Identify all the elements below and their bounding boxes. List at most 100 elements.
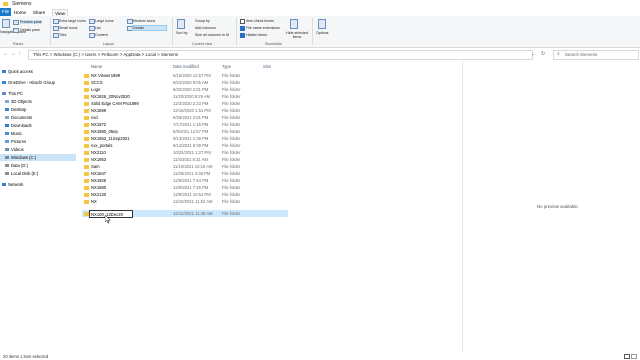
- desktop-icon: [5, 108, 9, 111]
- forward-arrow-icon[interactable]: →: [10, 51, 16, 57]
- list-item[interactable]: NX1926_20Nov2020 11/20/2020 8:29 AM File f…: [82, 93, 288, 100]
- hidden-items-checkbox[interactable]: [240, 33, 245, 38]
- folder-icon: [84, 101, 89, 106]
- back-arrow-icon[interactable]: ←: [3, 51, 9, 57]
- details-view-toggle-icon[interactable]: [624, 354, 630, 359]
- breadcrumb-local[interactable]: Local: [145, 52, 156, 57]
- hide-selected-button[interactable]: Hide selected items: [285, 31, 309, 39]
- breadcrumb-users[interactable]: Users: [85, 52, 96, 57]
- extra-large-icons-option[interactable]: Extra large icons: [59, 19, 86, 23]
- refresh-icon[interactable]: ↻: [541, 51, 545, 57]
- folder-icon: [84, 129, 89, 134]
- tab-home[interactable]: Home: [13, 9, 27, 16]
- list-option[interactable]: List: [95, 26, 101, 30]
- list-item[interactable]: NX1980_05ep 8/9/2021 12:57 PM File folder: [82, 128, 288, 135]
- mouse-cursor-icon: [105, 215, 111, 224]
- options-button[interactable]: Options: [316, 31, 328, 35]
- search-icon: ⌕: [557, 51, 560, 57]
- selected-list-item[interactable]: 12/12/2021 11:38 AM File folder: [82, 210, 288, 218]
- address-dropdown-icon[interactable]: ⌄: [531, 51, 535, 57]
- folder-icon: [84, 185, 89, 190]
- sort-by-button[interactable]: Sort by: [176, 31, 187, 35]
- list-item[interactable]: Sam 11/10/2021 10:16 AM File folder: [82, 163, 288, 170]
- list-item[interactable]: NX1872 7/17/2021 1:15 PM File folder: [82, 121, 288, 128]
- sort-by-icon: [177, 19, 185, 29]
- small-icons-option[interactable]: Small icons: [59, 26, 77, 30]
- large-icons-view-toggle-icon[interactable]: [631, 354, 637, 359]
- ribbon-divider: [50, 18, 51, 45]
- nav-quick-access[interactable]: Quick access: [0, 68, 76, 75]
- list-item[interactable]: SCCS 6/22/2020 8:05 AM File folder: [82, 79, 288, 86]
- title-bar: Siemens: [0, 0, 640, 8]
- list-item[interactable]: Logs 6/22/2020 2:01 PM File folder: [82, 86, 288, 93]
- list-item[interactable]: nxx_portals 9/14/2021 8:38 PM File folder: [82, 142, 288, 149]
- ribbon: Navigation pane Preview pane Details pan…: [0, 16, 640, 48]
- column-header-name[interactable]: Name: [91, 64, 102, 69]
- preview-pane-divider[interactable]: [462, 61, 463, 352]
- star-icon: [2, 70, 6, 73]
- item-check-boxes-checkbox[interactable]: [240, 19, 245, 24]
- nav-onedrive[interactable]: OneDrive - Hitachi Group: [0, 79, 76, 86]
- tab-file[interactable]: File: [0, 8, 11, 16]
- nav-windows-c[interactable]: Windows (C:): [0, 154, 76, 161]
- add-columns-button[interactable]: Add columns: [195, 26, 216, 30]
- folder-icon: [84, 73, 89, 78]
- up-arrow-icon[interactable]: ↑: [18, 51, 21, 57]
- breadcrumb-this-pc[interactable]: This PC: [33, 52, 49, 57]
- list-item[interactable]: NX 12/10/2021 11:52 AM File folder: [82, 198, 288, 205]
- video-icon: [5, 148, 9, 151]
- list-item[interactable]: nxd 6/28/2021 2:01 PM File folder: [82, 114, 288, 121]
- breadcrumb: This PC > Windows (C:) > Users > Fetkoom…: [33, 52, 179, 57]
- rename-input[interactable]: [89, 210, 133, 218]
- list-item[interactable]: Solid Edge CAM Pro1899 12/3/2020 2:33 PM F…: [82, 100, 288, 107]
- nav-music[interactable]: Music: [0, 130, 76, 137]
- details-pane-button[interactable]: Details pane: [20, 28, 40, 32]
- nav-network[interactable]: Network: [0, 181, 76, 188]
- list-item[interactable]: NX1899 12/18/2020 1:51 PM File folder: [82, 107, 288, 114]
- tab-share[interactable]: Share: [32, 9, 46, 16]
- nav-desktop[interactable]: Desktop: [0, 106, 76, 113]
- tiles-option[interactable]: Tiles: [59, 33, 66, 37]
- list-item[interactable]: NX2110 10/22/2021 1:27 PM File folder: [82, 149, 288, 156]
- list-item[interactable]: NX1953_11Sep2021 9/13/2021 1:38 PM File fo…: [82, 135, 288, 142]
- file-name-extensions-checkbox[interactable]: [240, 26, 245, 31]
- list-item[interactable]: NX1953 11/4/2021 8:31 AM File folder: [82, 156, 288, 163]
- hidden-items-label: Hidden items: [246, 33, 267, 37]
- folder-icon: [84, 143, 89, 148]
- breadcrumb-appdata[interactable]: AppData: [123, 52, 140, 57]
- list-item[interactable]: NX1926 12/9/2021 7:44 PM File folder: [82, 177, 288, 184]
- list-item[interactable]: NX Viewer1899 6/15/2020 12:57 PM File fold…: [82, 72, 288, 79]
- breadcrumb-windows-c[interactable]: Windows (C:): [54, 52, 80, 57]
- nav-downloads[interactable]: Downloads: [0, 122, 76, 129]
- list-item[interactable]: NX1880 12/9/2021 7:45 PM File folder: [82, 184, 288, 191]
- search-placeholder: Search Siemens: [565, 52, 598, 57]
- column-header-date-modified[interactable]: Date modified: [173, 64, 199, 69]
- content-option[interactable]: Content: [95, 33, 108, 37]
- status-bar: [0, 352, 640, 360]
- breadcrumb-siemens[interactable]: Siemens: [161, 52, 178, 57]
- details-pane-icon: [13, 28, 19, 33]
- list-item[interactable]: NX2120 12/9/2021 10:51 PM File folder: [82, 191, 288, 198]
- size-all-columns-button[interactable]: Size all columns to fit: [195, 33, 229, 37]
- folder-icon: [84, 199, 89, 204]
- document-icon: [5, 116, 9, 119]
- breadcrumb-user[interactable]: Fetkoom: [102, 52, 119, 57]
- preview-pane-button[interactable]: Preview pane: [20, 20, 42, 24]
- nav-data-d[interactable]: Data (D:): [0, 162, 76, 169]
- nav-videos[interactable]: Videos: [0, 146, 76, 153]
- nav-this-pc[interactable]: This PC: [0, 90, 76, 97]
- folder-icon: [3, 2, 8, 6]
- nav-documents[interactable]: Documents: [0, 114, 76, 121]
- list-item[interactable]: NX1847 11/25/2021 3:38 PM File folder: [82, 170, 288, 177]
- nav-3d-objects[interactable]: 3D Objects: [0, 98, 76, 105]
- nav-pictures[interactable]: Pictures: [0, 138, 76, 145]
- nav-local-disk-e[interactable]: Local Disk (E:): [0, 170, 76, 177]
- column-header-type[interactable]: Type: [222, 64, 231, 69]
- status-text: 20 items 1 item selected: [3, 354, 49, 359]
- large-icons-option[interactable]: Large icons: [95, 19, 114, 23]
- details-option[interactable]: Details: [132, 25, 167, 31]
- group-by-button[interactable]: Group by: [195, 19, 210, 23]
- column-header-size[interactable]: Size: [263, 64, 271, 69]
- medium-icons-option[interactable]: Medium icons: [133, 19, 155, 23]
- music-icon: [5, 132, 9, 135]
